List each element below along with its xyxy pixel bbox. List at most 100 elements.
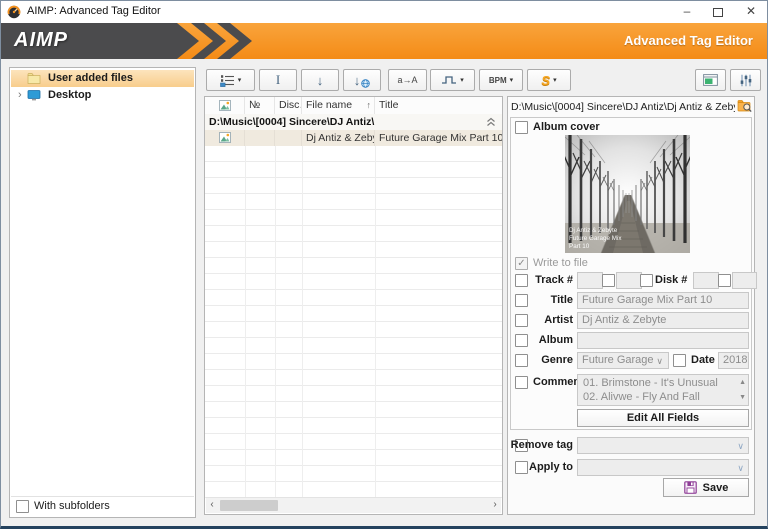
collapse-group-icon[interactable] <box>486 117 496 127</box>
cover-text-line: Future Garage Mix <box>569 235 622 242</box>
scroll-left-icon[interactable]: ‹ <box>206 498 218 513</box>
comment-field-checkbox[interactable] <box>515 376 528 389</box>
arrow-down-icon: ↓ <box>316 72 324 88</box>
column-header-filename[interactable]: File name ↑ <box>302 97 375 114</box>
write-to-file-checkbox[interactable]: ✓ <box>515 257 528 270</box>
album-cover-label: Album cover <box>533 121 600 133</box>
auto-numbering-button[interactable]: ▾ <box>206 69 255 91</box>
genre-value: Future Garage <box>582 354 654 366</box>
track-label: Track # <box>535 274 573 286</box>
album-cover-image[interactable]: Dj Antiz & Zebyte Future Garage Mix Part… <box>565 135 690 253</box>
artist-input[interactable]: Dj Antiz & Zebyte <box>577 312 749 329</box>
sort-ascending-icon: ↑ <box>366 100 372 110</box>
save-button[interactable]: Save <box>663 478 749 497</box>
window-title: AIMP: Advanced Tag Editor <box>27 5 161 17</box>
cover-text-line: Part 10 <box>569 243 590 250</box>
brand-logo-text: AIMP <box>14 29 68 51</box>
remove-tag-select[interactable]: ∨ <box>577 437 749 454</box>
edit-all-fields-button[interactable]: Edit All Fields <box>577 409 749 427</box>
fill-down-button[interactable]: ↓ <box>301 69 339 91</box>
date-label: Date <box>691 354 715 366</box>
date-field-checkbox[interactable] <box>673 354 686 367</box>
scroll-up-icon[interactable]: ▲ <box>739 379 746 386</box>
title-label: Title <box>550 294 573 306</box>
picture-icon <box>218 100 231 111</box>
disk-total-input[interactable] <box>732 272 757 289</box>
scroll-right-icon[interactable]: › <box>489 498 501 513</box>
chevron-down-icon: ∨ <box>737 463 744 473</box>
column-header-disc[interactable]: Disc… <box>275 97 302 114</box>
numbered-list-icon <box>219 74 234 87</box>
ibeam-icon: I <box>275 72 281 87</box>
row-cover-cell <box>205 130 245 146</box>
close-button[interactable]: ✕ <box>736 1 766 23</box>
artist-label: Artist <box>544 314 573 326</box>
column-header-label: File name <box>306 99 353 111</box>
edit-all-fields-label: Edit All Fields <box>626 412 700 424</box>
arrow-down-icon: ↓ <box>353 72 361 88</box>
dropdown-arrow-icon: ▾ <box>509 76 514 84</box>
scrollbar-thumb[interactable] <box>220 500 278 511</box>
chevron-down-icon: ∨ <box>737 441 744 451</box>
genre-select[interactable]: Future Garage ∨ <box>577 352 669 369</box>
save-label: Save <box>702 481 729 494</box>
toggle-panel-view-button[interactable] <box>695 69 726 91</box>
track-total-checkbox[interactable] <box>602 274 615 287</box>
disk-label: Disk # <box>655 274 688 286</box>
sliders-icon <box>740 74 751 86</box>
column-header-cover[interactable] <box>205 97 245 114</box>
sidebar-item-desktop[interactable]: › Desktop <box>11 87 194 104</box>
folders-panel: User added files › Desktop With subfolde… <box>9 67 196 518</box>
banner-title: Advanced Tag Editor <box>623 33 753 48</box>
column-header-number[interactable]: № <box>245 97 275 114</box>
app-window: AIMP: Advanced Tag Editor – ✕ AIMP Advan… <box>0 0 768 529</box>
date-input[interactable]: 2018 <box>718 352 749 369</box>
pulse-icon <box>442 76 457 84</box>
minimize-button[interactable]: – <box>672 1 702 23</box>
column-header-title[interactable]: Title <box>375 97 502 114</box>
normalize-tags-button[interactable]: ▾ <box>430 69 475 91</box>
album-input[interactable] <box>577 332 749 349</box>
fill-from-internet-button[interactable]: ↓ <box>343 69 381 91</box>
file-path-text: D:\Music\[0004] Sincere\DJ Antiz\Dj Anti… <box>511 101 735 113</box>
scripts-button[interactable]: S ▾ <box>527 69 571 91</box>
title-input[interactable]: Future Garage Mix Part 10 <box>577 292 749 309</box>
options-sliders-button[interactable] <box>730 69 761 91</box>
save-floppy-icon <box>683 481 697 494</box>
row-title-cell: Future Garage Mix Part 10 <box>379 132 502 144</box>
desktop-icon <box>27 90 41 101</box>
apply-to-select[interactable]: ∨ <box>577 459 749 476</box>
column-divider <box>302 146 303 499</box>
disk-number-input[interactable] <box>693 272 719 289</box>
row-number-cell <box>245 130 275 146</box>
with-subfolders-row: With subfolders <box>11 496 194 516</box>
track-number-input[interactable] <box>577 272 603 289</box>
sidebar-item-user-added-files[interactable]: User added files <box>11 70 194 87</box>
scroll-down-icon[interactable]: ▼ <box>739 394 746 401</box>
comment-textarea[interactable]: 01. Brimstone - It's Unusual 02. Alivwe … <box>577 374 749 406</box>
column-divider <box>375 146 376 499</box>
with-subfolders-checkbox[interactable] <box>16 500 29 513</box>
tree-expander-icon[interactable]: › <box>18 87 22 104</box>
group-header-row[interactable]: D:\Music\[0004] Sincere\DJ Antiz\ <box>205 114 502 131</box>
bpm-button[interactable]: BPM ▾ <box>479 69 523 91</box>
album-cover-checkbox[interactable] <box>515 121 528 134</box>
write-to-file-label: Write to file <box>533 257 588 269</box>
genre-label: Genre <box>541 354 573 366</box>
browse-file-icon[interactable] <box>737 99 752 113</box>
apply-to-label: Apply to <box>529 461 573 473</box>
maximize-button[interactable] <box>703 1 733 23</box>
file-list-table: № Disc… File name ↑ Title D:\Music\[0004… <box>204 96 503 515</box>
dropdown-arrow-icon: ▾ <box>237 76 242 84</box>
comment-line: 02. Alivwe - Fly And Fall <box>583 391 700 403</box>
track-total-input[interactable] <box>616 272 642 289</box>
horizontal-scrollbar[interactable]: ‹ › <box>206 497 501 513</box>
row-disc-cell <box>275 130 302 146</box>
disk-field-checkbox[interactable] <box>640 274 653 287</box>
table-row[interactable]: Dj Antiz & Zebyt… Future Garage Mix Part… <box>205 130 502 147</box>
change-case-button[interactable]: a→A <box>388 69 427 91</box>
sidebar-item-label: Desktop <box>48 89 92 101</box>
edit-text-button[interactable]: I <box>259 69 297 91</box>
disk-total-checkbox[interactable] <box>718 274 731 287</box>
globe-icon <box>361 78 370 88</box>
